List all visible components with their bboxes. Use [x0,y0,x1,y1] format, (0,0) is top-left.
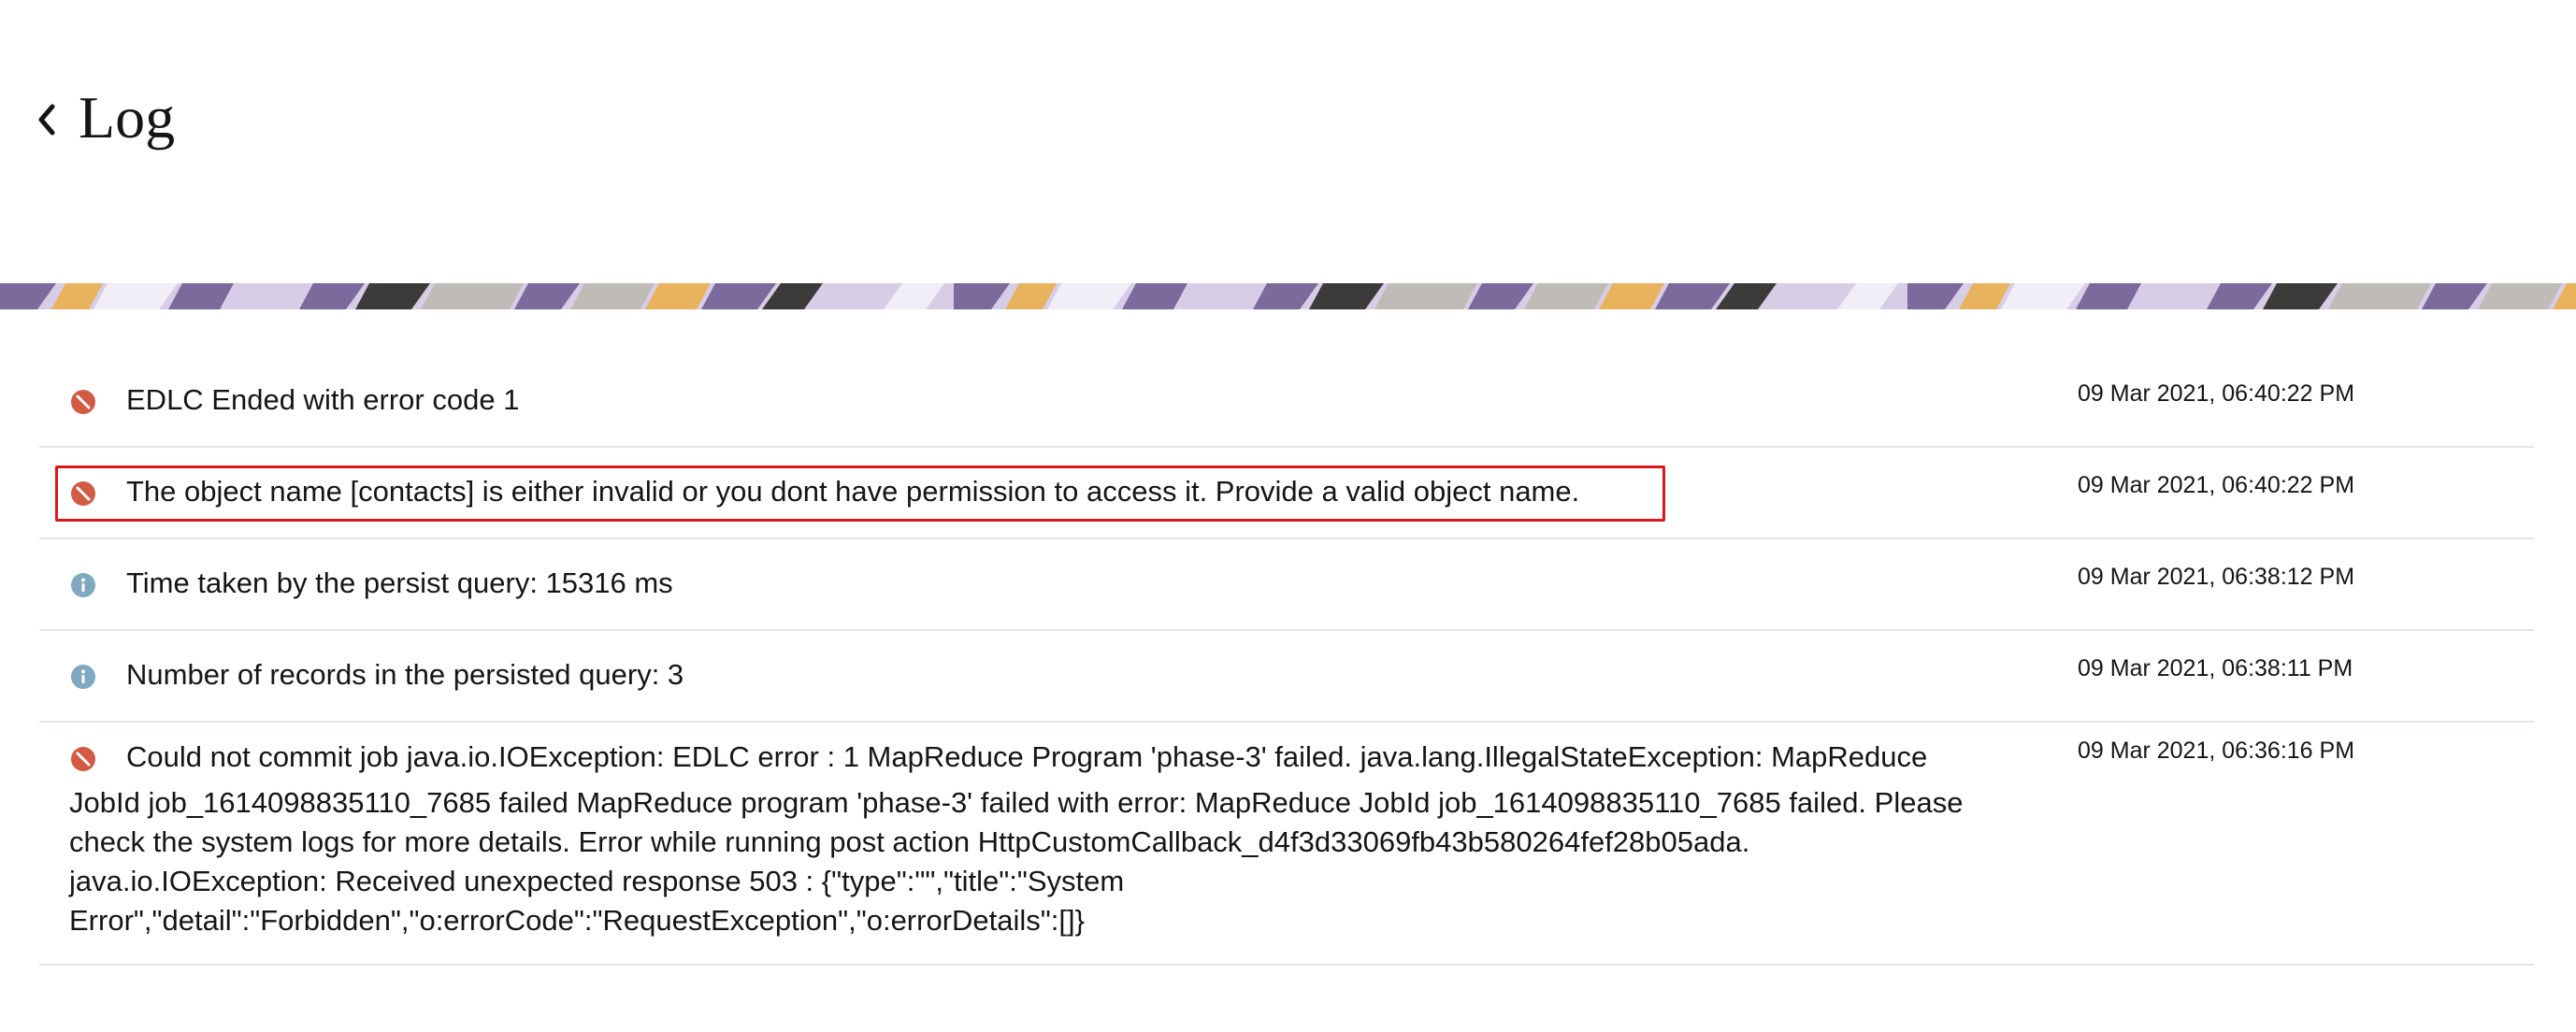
log-entry: EDLC Ended with error code 1 09 Mar 2021… [39,356,2534,448]
log-message: EDLC Ended with error code 1 [126,383,520,416]
info-icon [71,573,95,597]
log-message: Number of records in the persisted query… [126,658,684,691]
back-button[interactable] [28,92,65,148]
log-entry: Could not commit job java.io.IOException… [39,723,2534,966]
log-timestamp: 09 Mar 2021, 06:38:11 PM [2078,655,2353,681]
log-message: Could not commit job java.io.IOException… [126,740,1928,773]
info-icon [71,665,95,689]
log-entry: Number of records in the persisted query… [39,631,2534,723]
error-icon [71,481,95,506]
log-entry-body: Could not commit job java.io.IOException… [39,723,2534,966]
page-title: Log [79,84,176,150]
log-timestamp: 09 Mar 2021, 06:40:22 PM [2078,380,2355,407]
log-list: EDLC Ended with error code 1 09 Mar 2021… [39,356,2534,966]
log-timestamp: 09 Mar 2021, 06:36:16 PM [2078,738,2355,764]
chevron-left-icon [38,104,55,136]
log-entry-highlighted: The object name [contacts] is either inv… [39,448,2534,539]
error-icon [71,747,95,771]
log-message-continued: JobId job_1614098835110_7685 failed MapR… [69,786,1964,937]
log-message: The object name [contacts] is either inv… [126,475,1580,508]
error-icon [71,390,95,414]
decorative-banner [0,283,2576,309]
log-timestamp: 09 Mar 2021, 06:38:12 PM [2078,564,2355,590]
banner-pattern [0,283,2576,309]
log-timestamp: 09 Mar 2021, 06:40:22 PM [2078,472,2355,498]
log-entry: Time taken by the persist query: 15316 m… [39,539,2534,631]
page-header: Log [0,0,2576,282]
log-message: Time taken by the persist query: 15316 m… [126,566,673,599]
